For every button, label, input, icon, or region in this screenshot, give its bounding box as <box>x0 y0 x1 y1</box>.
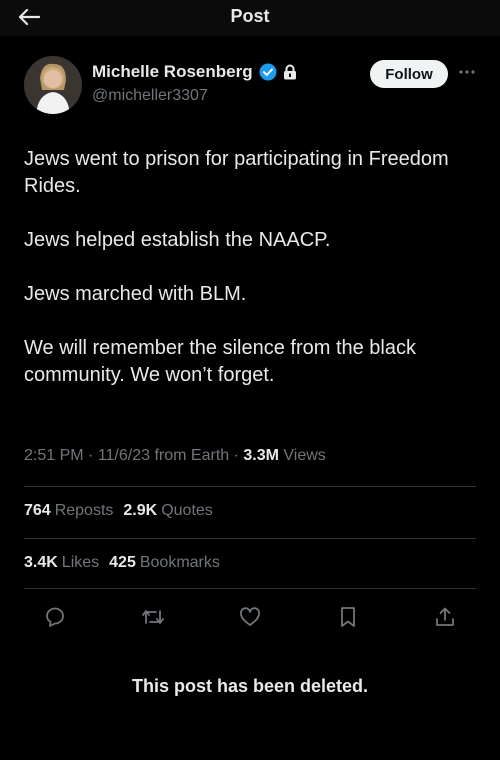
reposts-stat[interactable]: 764 Reposts <box>24 502 113 520</box>
action-bar <box>40 602 460 632</box>
bookmark-button[interactable] <box>333 602 363 632</box>
like-button[interactable] <box>235 602 265 632</box>
repost-icon <box>141 610 164 624</box>
repost-button[interactable] <box>138 602 168 632</box>
post-source: from Earth <box>154 447 230 464</box>
quotes-count: 2.9K <box>123 502 158 519</box>
reposts-count: 764 <box>24 502 51 519</box>
stats-row-engagement: 764 Reposts 2.9K Quotes <box>24 502 213 520</box>
author-name[interactable]: Michelle Rosenberg <box>92 62 253 82</box>
views-label: Views <box>283 447 326 464</box>
like-icon <box>240 607 260 626</box>
top-bar: Post <box>0 0 500 36</box>
post-body: Jews went to prison for participating in… <box>24 146 484 416</box>
post-time[interactable]: 2:51 PM <box>24 447 84 464</box>
post-metadata: 2:51 PM · 11/6/23 from Earth · 3.3M View… <box>24 447 326 464</box>
divider <box>24 486 476 487</box>
bookmarks-count: 425 <box>109 554 136 571</box>
more-icon <box>459 70 475 74</box>
divider <box>24 538 476 539</box>
author-handle[interactable]: @micheller3307 <box>92 87 208 105</box>
post-paragraph: Jews helped establish the NAACP. <box>24 229 331 251</box>
quotes-label: Quotes <box>161 502 213 519</box>
bookmarks-label: Bookmarks <box>139 554 220 571</box>
reposts-label: Reposts <box>54 502 114 519</box>
likes-stat[interactable]: 3.4K Likes <box>24 554 99 572</box>
more-options-button[interactable] <box>455 60 479 84</box>
reply-icon <box>46 607 64 627</box>
quotes-stat[interactable]: 2.9K Quotes <box>123 502 212 520</box>
follow-button[interactable]: Follow <box>370 60 448 88</box>
post-date[interactable]: 11/6/23 <box>98 447 150 464</box>
share-button[interactable] <box>430 602 460 632</box>
post-paragraph: Jews went to prison for participating in… <box>24 148 449 197</box>
stats-row-saves: 3.4K Likes 425 Bookmarks <box>24 554 220 572</box>
lock-icon <box>283 64 296 80</box>
divider <box>24 588 476 589</box>
share-icon <box>436 607 454 626</box>
post-paragraph: We will remember the silence from the bl… <box>24 337 416 386</box>
bookmarks-stat[interactable]: 425 Bookmarks <box>109 554 220 572</box>
author-name-row: Michelle Rosenberg <box>92 62 297 82</box>
avatar[interactable] <box>24 56 82 114</box>
deleted-notice: This post has been deleted. <box>131 676 369 696</box>
views-count: 3.3M <box>243 447 279 464</box>
likes-count: 3.4K <box>24 554 58 571</box>
post-paragraph: Jews marched with BLM. <box>24 283 247 305</box>
reply-button[interactable] <box>40 602 70 632</box>
verified-badge-icon <box>259 63 277 81</box>
avatar-image <box>24 56 82 114</box>
likes-label: Likes <box>61 554 100 571</box>
page-title: Post <box>230 6 270 26</box>
bookmark-icon <box>340 607 355 627</box>
